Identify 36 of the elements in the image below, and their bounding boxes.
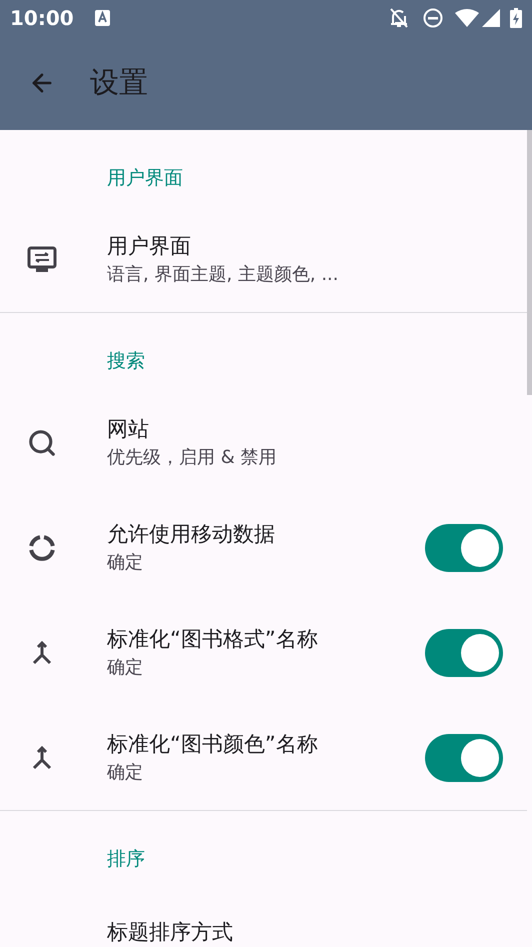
item-summary: 确定 (107, 760, 144, 784)
toggle-switch[interactable] (425, 524, 503, 572)
settings-item[interactable]: 网站 优先级，启用 & 禁用 (0, 390, 527, 495)
item-summary: 优先级，启用 & 禁用 (107, 446, 278, 470)
item-title: 标准化“图书颜色”名称 (107, 730, 319, 758)
status-time: 10:00 (10, 5, 74, 32)
signal-icon (482, 9, 500, 27)
toggle-switch[interactable] (425, 628, 503, 676)
bell-off-icon (389, 7, 409, 29)
battery-charging-icon (510, 8, 522, 28)
wifi-icon (455, 9, 479, 27)
merge-icon (30, 638, 52, 666)
page-title: 设置 (90, 64, 148, 102)
section-header: 搜索 (107, 350, 145, 372)
settings-item[interactable]: 用户界面 语言, 界面主题, 主题颜色, ... (0, 207, 527, 312)
settings-item[interactable]: 标题排序方式 (0, 879, 527, 947)
monitor-icon (26, 246, 56, 274)
section-header: 用户界面 (107, 167, 183, 189)
item-summary: 确定 (107, 656, 144, 680)
settings-item[interactable]: 允许使用移动数据 确定 (0, 495, 527, 600)
item-title: 标准化“图书格式”名称 (107, 626, 319, 652)
search-icon (26, 428, 56, 458)
item-title: 标题排序方式 (107, 918, 234, 946)
item-summary: 确定 (107, 550, 144, 574)
do-not-disturb-icon (423, 8, 443, 28)
item-summary: 语言, 界面主题, 主题颜色, ... (107, 262, 340, 286)
item-title: 网站 (107, 416, 150, 442)
settings-item[interactable]: 标准化“图书格式”名称 确定 (0, 600, 527, 705)
data-usage-icon (26, 532, 56, 562)
merge-icon (30, 744, 52, 772)
keyboard-notification-icon (94, 10, 110, 26)
item-title: 允许使用移动数据 (107, 520, 276, 548)
section-header: 排序 (107, 848, 145, 870)
toggle-switch[interactable] (425, 734, 503, 782)
settings-item[interactable]: 标准化“图书颜色”名称 确定 (0, 705, 527, 810)
item-title: 用户界面 (107, 232, 192, 260)
